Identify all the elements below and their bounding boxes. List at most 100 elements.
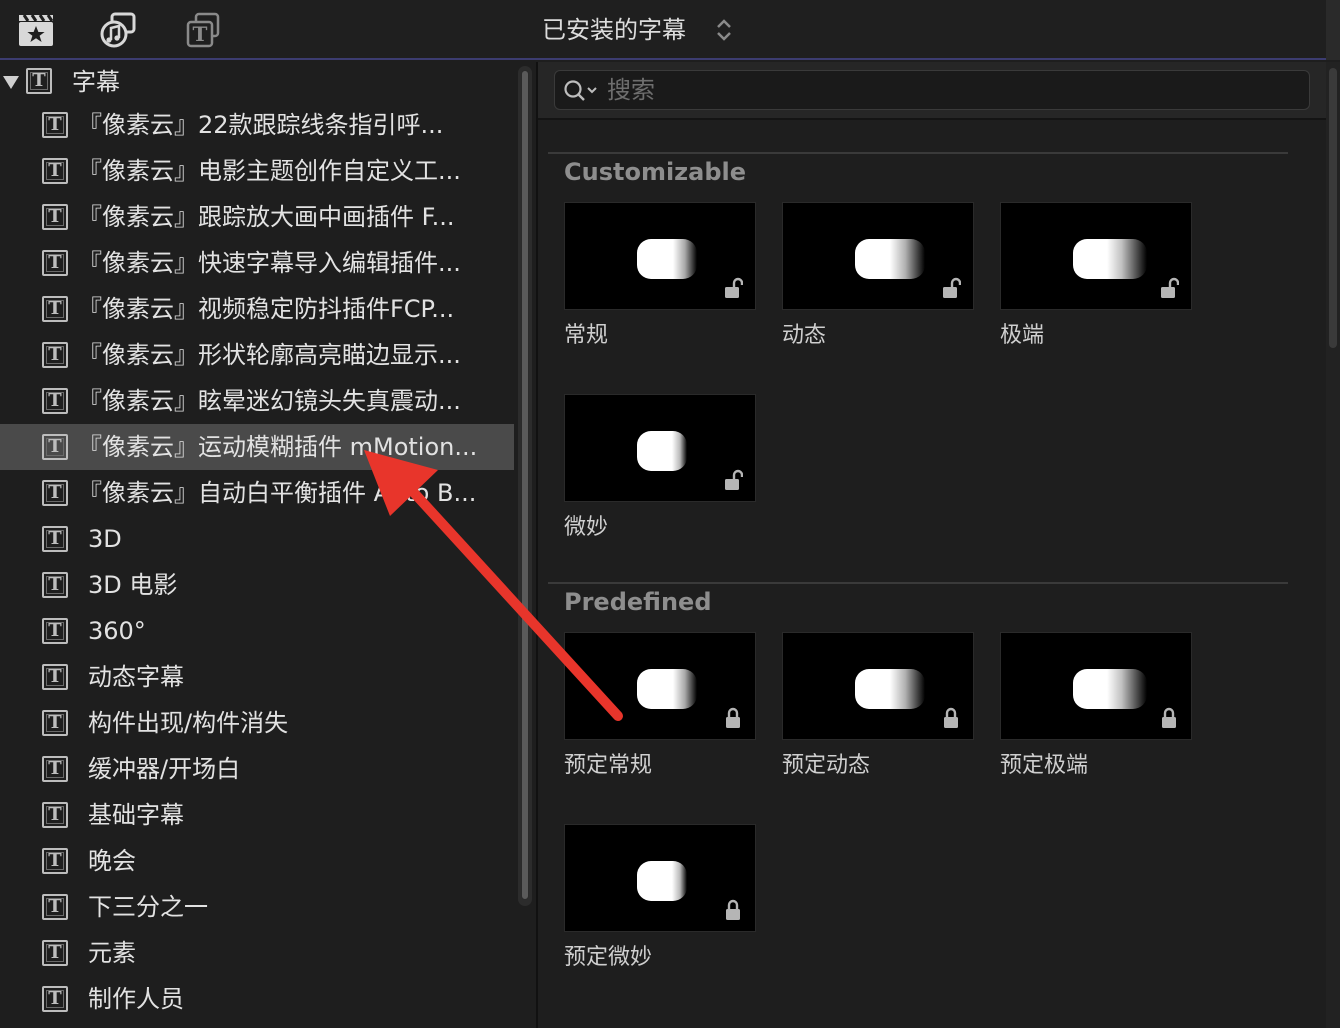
title-t-icon: T bbox=[42, 526, 68, 552]
title-t-icon: T bbox=[42, 710, 68, 736]
effect-preview-shape bbox=[855, 239, 925, 279]
effect-tile[interactable]: 预定常规 bbox=[564, 632, 758, 778]
search-icon[interactable] bbox=[563, 79, 603, 103]
effect-tile[interactable]: 极端 bbox=[1000, 202, 1194, 348]
sidebar-item-label: 缓冲器/开场白 bbox=[88, 755, 241, 783]
effect-tile-label: 常规 bbox=[564, 323, 609, 348]
sidebar-item[interactable]: T 『像素云』视频稳定防抖插件FCP... bbox=[0, 286, 514, 332]
effect-thumbnail[interactable] bbox=[564, 824, 756, 932]
sidebar-item-label: 下三分之一 bbox=[88, 893, 208, 921]
search-input[interactable] bbox=[607, 75, 1287, 105]
title-t-icon: T bbox=[42, 756, 68, 782]
sidebar-item[interactable]: T 3D bbox=[0, 516, 514, 562]
toolbar-edge bbox=[1326, 0, 1340, 60]
effect-tile-label: 预定极端 bbox=[1000, 753, 1089, 778]
sidebar-item-label: 晚会 bbox=[88, 847, 136, 875]
sidebar-item[interactable]: T 『像素云』电影主题创作自定义工... bbox=[0, 148, 514, 194]
browser-scroll-thumb[interactable] bbox=[1329, 68, 1337, 348]
effect-thumbnail[interactable] bbox=[564, 202, 756, 310]
title-t-icon: T bbox=[42, 894, 68, 920]
svg-text:T: T bbox=[193, 22, 208, 46]
sidebar-item-label: 『像素云』视频稳定防抖插件FCP... bbox=[78, 295, 455, 323]
sidebar-item[interactable]: T 基础字幕 bbox=[0, 792, 514, 838]
clapper-star-icon[interactable] bbox=[16, 10, 56, 50]
section-divider bbox=[548, 152, 1288, 154]
title-t-icon: T bbox=[42, 664, 68, 690]
effect-tile-label: 极端 bbox=[1000, 323, 1045, 348]
sidebar-item[interactable]: T 『像素云』22款跟踪线条指引呼... bbox=[0, 102, 514, 148]
sidebar-item[interactable]: T 构件出现/构件消失 bbox=[0, 700, 514, 746]
sidebar-item-label: 『像素云』眩晕迷幻镜头失真震动... bbox=[78, 387, 461, 415]
section-divider bbox=[548, 582, 1288, 584]
sidebar-item-label: 基础字幕 bbox=[88, 801, 184, 829]
disclosure-triangle-icon[interactable] bbox=[2, 74, 20, 90]
sidebar: T 字幕 T 『像素云』22款跟踪线条指引呼... T 『像素云』电影主题创作自定义工… bbox=[0, 62, 514, 1028]
effect-tile[interactable]: 预定极端 bbox=[1000, 632, 1194, 778]
sidebar-item-label: 『像素云』形状轮廓高亮瞄边显示... bbox=[78, 341, 461, 369]
effect-thumbnail[interactable] bbox=[564, 394, 756, 502]
sidebar-scrollbar[interactable] bbox=[518, 66, 532, 906]
unlocked-icon bbox=[941, 277, 961, 299]
title-t-icon: T bbox=[42, 158, 68, 184]
sidebar-item-label: 『像素云』运动模糊插件 mMotion... bbox=[78, 433, 478, 461]
title-t-icon: T bbox=[42, 388, 68, 414]
effect-thumbnail[interactable] bbox=[782, 202, 974, 310]
effect-tile[interactable]: 预定动态 bbox=[782, 632, 976, 778]
sidebar-item[interactable]: T 『像素云』自动白平衡插件 Auto B... bbox=[0, 470, 514, 516]
music-photo-icon[interactable] bbox=[100, 10, 140, 50]
sidebar-root-titles[interactable]: T 字幕 bbox=[0, 62, 514, 102]
title-t-icon: T bbox=[42, 296, 68, 322]
locked-icon bbox=[1159, 707, 1179, 729]
effect-tile[interactable]: 预定微妙 bbox=[564, 824, 758, 970]
search-field[interactable] bbox=[554, 70, 1310, 110]
browser-scrollbar[interactable] bbox=[1326, 62, 1340, 1028]
search-bar bbox=[538, 62, 1326, 120]
titles-icon[interactable]: T bbox=[184, 10, 224, 50]
chevron-up-down-icon[interactable] bbox=[712, 16, 736, 44]
sidebar-item-label: 动态字幕 bbox=[88, 663, 184, 691]
sidebar-item-label: 元素 bbox=[88, 939, 136, 967]
sidebar-item[interactable]: T 3D 电影 bbox=[0, 562, 514, 608]
sidebar-scroll-thumb[interactable] bbox=[521, 70, 529, 900]
section-title: Customizable bbox=[564, 158, 747, 186]
sidebar-item[interactable]: T 『像素云』跟踪放大画中画插件 F... bbox=[0, 194, 514, 240]
effect-tile[interactable]: 常规 bbox=[564, 202, 758, 348]
browser-pane: Customizable 常规 动态 极端微妙 Predefined 预定常规 预定动态预定… bbox=[538, 62, 1326, 1028]
sidebar-item[interactable]: T 『像素云』形状轮廓高亮瞄边显示... bbox=[0, 332, 514, 378]
effect-thumbnail[interactable] bbox=[564, 632, 756, 740]
title-t-icon: T bbox=[26, 68, 52, 94]
effect-preview-shape bbox=[855, 669, 925, 709]
title-t-icon: T bbox=[42, 986, 68, 1012]
effect-preview-shape bbox=[637, 669, 697, 709]
effect-preview-shape bbox=[637, 431, 687, 471]
sidebar-item-label: 构件出现/构件消失 bbox=[88, 709, 289, 737]
sidebar-item[interactable]: T 『像素云』眩晕迷幻镜头失真震动... bbox=[0, 378, 514, 424]
sidebar-item[interactable]: T 下三分之一 bbox=[0, 884, 514, 930]
sidebar-item[interactable]: T 『像素云』运动模糊插件 mMotion... bbox=[0, 424, 514, 470]
sidebar-item[interactable]: T 『像素云』快速字幕导入编辑插件... bbox=[0, 240, 514, 286]
sidebar-item[interactable]: T 动态字幕 bbox=[0, 654, 514, 700]
sidebar-item-label: 『像素云』跟踪放大画中画插件 F... bbox=[78, 203, 455, 231]
sidebar-item[interactable]: T 制作人员 bbox=[0, 976, 514, 1022]
sidebar-item[interactable]: T 元素 bbox=[0, 930, 514, 976]
locked-icon bbox=[941, 707, 961, 729]
effect-tile[interactable]: 动态 bbox=[782, 202, 976, 348]
sidebar-item-label: 『像素云』电影主题创作自定义工... bbox=[78, 157, 461, 185]
effect-thumbnail[interactable] bbox=[1000, 632, 1192, 740]
library-title[interactable]: 已安装的字幕 bbox=[542, 14, 686, 46]
sidebar-item[interactable]: T 晚会 bbox=[0, 838, 514, 884]
title-t-icon: T bbox=[42, 572, 68, 598]
sidebar-item-label: 制作人员 bbox=[88, 985, 184, 1013]
effect-preview-shape bbox=[1073, 669, 1147, 709]
effect-thumbnail[interactable] bbox=[1000, 202, 1192, 310]
effect-thumbnail[interactable] bbox=[782, 632, 974, 740]
title-t-icon: T bbox=[42, 250, 68, 276]
locked-icon bbox=[723, 899, 743, 921]
section-title: Predefined bbox=[564, 588, 712, 616]
sidebar-item[interactable]: T 360° bbox=[0, 608, 514, 654]
effect-tile[interactable]: 微妙 bbox=[564, 394, 758, 540]
effect-preview-shape bbox=[637, 861, 687, 901]
effect-tile-label: 动态 bbox=[782, 323, 827, 348]
sidebar-item[interactable]: T 缓冲器/开场白 bbox=[0, 746, 514, 792]
effect-tile-label: 预定常规 bbox=[564, 753, 653, 778]
